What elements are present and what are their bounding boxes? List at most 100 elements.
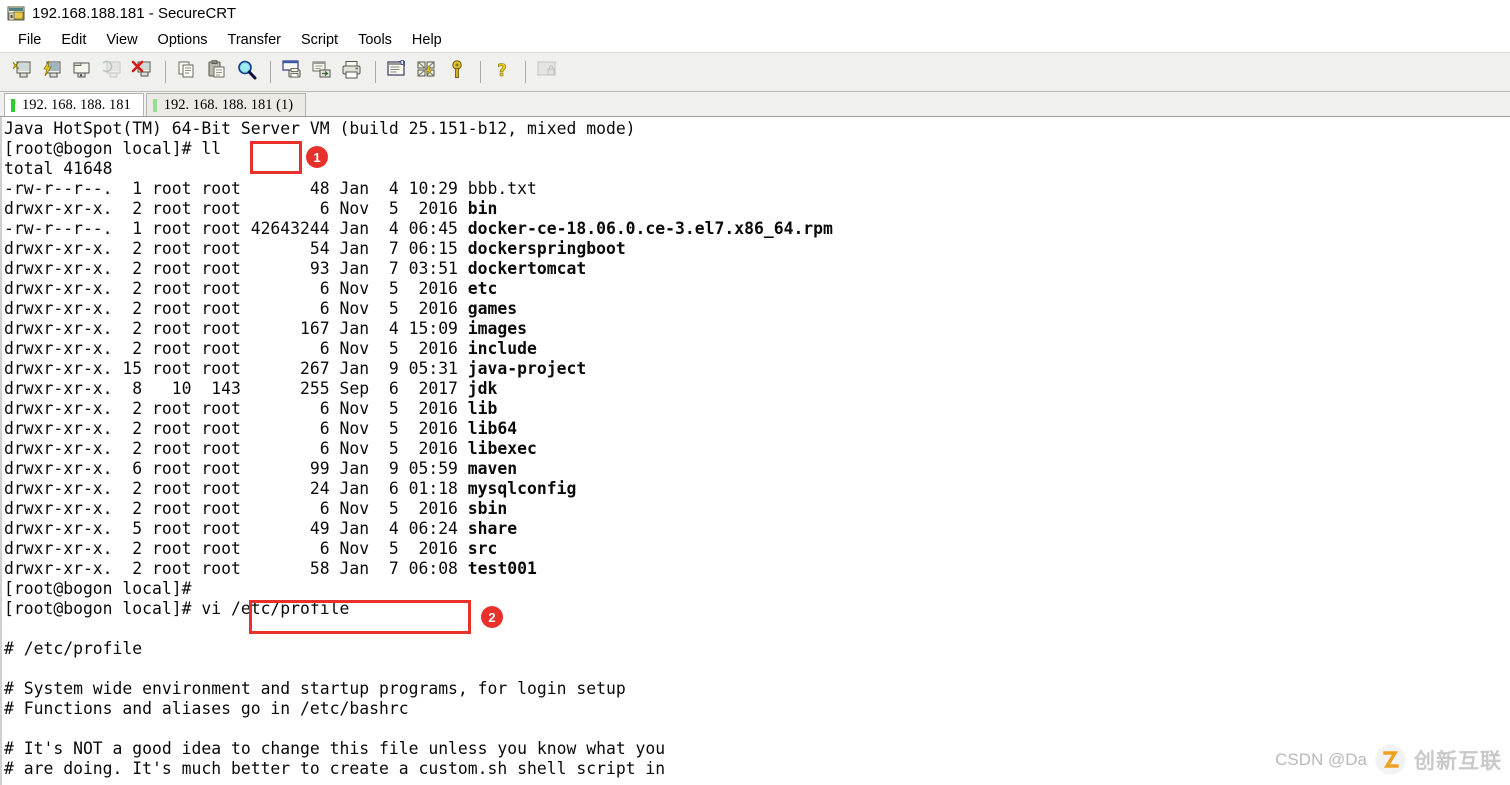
terminal-filename: libexec [467,439,537,458]
terminal-line: drwxr-xr-x. 2 root root 167 Jan 4 15:09 … [4,319,1510,339]
terminal-line: drwxr-xr-x. 2 root root 6 Nov 5 2016 etc [4,279,1510,299]
terminal-text: -rw-r--r--. 1 root root 48 Jan 4 10:29 [4,179,468,198]
terminal-area[interactable]: Java HotSpot(TM) 64-Bit Server VM (build… [0,117,1510,785]
key-icon [446,59,468,86]
toolbar-separator-1 [165,61,166,83]
toolbar-quick-connect[interactable] [38,58,66,86]
terminal-text: drwxr-xr-x. 2 root root 6 Nov 5 2016 [4,419,468,438]
terminal-text: drwxr-xr-x. 8 10 143 255 Sep 6 2017 [4,379,468,398]
terminal-filename: docker-ce-18.06.0.ce-3.el7.x86_64.rpm [467,219,833,238]
toolbar-session-options[interactable] [383,58,411,86]
terminal-line: drwxr-xr-x. 5 root root 49 Jan 4 06:24 s… [4,519,1510,539]
toolbar-separator-5 [525,61,526,83]
toolbar-paste[interactable] [203,58,231,86]
toolbar-separator-3 [375,61,376,83]
terminal-text: drwxr-xr-x. 15 root root 267 Jan 9 05:31 [4,359,468,378]
terminal-filename: jdk [467,379,498,398]
toolbar-help[interactable]: ? [488,58,516,86]
terminal-line: drwxr-xr-x. 2 root root 6 Nov 5 2016 sbi… [4,499,1510,519]
terminal-filename: maven [467,459,518,478]
toolbar-find[interactable] [233,58,261,86]
menu-view[interactable]: View [97,30,148,50]
terminal-line: # /etc/profile [4,639,143,658]
terminal-text: drwxr-xr-x. 2 root root 6 Nov 5 2016 [4,399,468,418]
terminal-line: drwxr-xr-x. 6 root root 99 Jan 9 05:59 m… [4,459,1510,479]
terminal-line: -rw-r--r--. 1 root root 42643244 Jan 4 0… [4,219,1510,239]
terminal-line: drwxr-xr-x. 2 root root 93 Jan 7 03:51 d… [4,259,1510,279]
terminal-line: # System wide environment and startup pr… [4,679,626,698]
securecrt-window: 192.168.188.181 - SecureCRT File Edit Vi… [0,0,1510,785]
terminal-line: drwxr-xr-x. 2 root root 6 Nov 5 2016 src [4,539,1510,559]
terminal-text: drwxr-xr-x. 2 root root 54 Jan 7 06:15 [4,239,468,258]
terminal-line: [root@bogon local]# ll [4,139,222,158]
terminal-filename: include [467,339,537,358]
terminal-text: drwxr-xr-x. 2 root root 6 Nov 5 2016 [4,299,468,318]
toolbar-print[interactable] [338,58,366,86]
toolbar-global-options[interactable] [413,58,441,86]
reconnect-icon [101,59,123,86]
terminal-line: -rw-r--r--. 1 root root 48 Jan 4 10:29 b… [4,179,1510,199]
terminal-line: drwxr-xr-x. 2 root root 24 Jan 6 01:18 m… [4,479,1510,499]
terminal-line: Java HotSpot(TM) 64-Bit Server VM (build… [4,119,636,138]
menu-script[interactable]: Script [292,30,349,50]
tab-session-1[interactable]: 192. 168. 188. 181 [4,93,144,116]
toolbar-disconnect[interactable] [128,58,156,86]
menu-options[interactable]: Options [149,30,219,50]
connection-status-led-icon [152,98,157,112]
toolbar-separator-4 [480,61,481,83]
menu-file[interactable]: File [9,30,52,50]
toolbar-copy[interactable] [173,58,201,86]
terminal-text: drwxr-xr-x. 6 root root 99 Jan 9 05:59 [4,459,468,478]
terminal-text: bbb.txt [467,179,537,198]
menu-transfer[interactable]: Transfer [219,30,292,50]
terminal-text: -rw-r--r--. 1 root root 42643244 Jan 4 0… [4,219,468,238]
terminal-filename: test001 [467,559,537,578]
menu-bar: File Edit View Options Transfer Script T… [0,27,1510,52]
tab-bar: 192. 168. 188. 181 192. 168. 188. 181 (1… [0,92,1510,117]
help-icon: ? [491,59,513,86]
terminal-filename: dockertomcat [467,259,587,278]
toolbar-reconnect[interactable] [98,58,126,86]
terminal-output[interactable]: Java HotSpot(TM) 64-Bit Server VM (build… [0,117,1510,779]
watermark-author: CSDN @Da [1275,749,1367,769]
title-bar: 192.168.188.181 - SecureCRT [0,0,1510,27]
global-options-icon [416,59,438,86]
toolbar: ? [0,52,1510,92]
toolbar-key[interactable] [443,58,471,86]
terminal-filename: share [467,519,518,538]
terminal-filename: mysqlconfig [467,479,577,498]
terminal-text: drwxr-xr-x. 2 root root 6 Nov 5 2016 [4,539,468,558]
tab-session-2[interactable]: 192. 168. 188. 181 (1) [145,93,307,116]
terminal-filename: etc [467,279,498,298]
toolbar-connect-in-tab[interactable] [68,58,96,86]
session-options-icon [386,59,408,86]
terminal-filename: games [467,299,518,318]
toolbar-lock-screen[interactable] [533,58,561,86]
terminal-line: drwxr-xr-x. 2 root root 54 Jan 7 06:15 d… [4,239,1510,259]
window-title: 192.168.188.181 - SecureCRT [32,5,237,22]
menu-edit[interactable]: Edit [52,30,97,50]
terminal-text: drwxr-xr-x. 2 root root 6 Nov 5 2016 [4,499,468,518]
terminal-text: drwxr-xr-x. 2 root root 24 Jan 6 01:18 [4,479,468,498]
menu-help[interactable]: Help [403,30,453,50]
terminal-filename: images [467,319,528,338]
terminal-line: drwxr-xr-x. 2 root root 6 Nov 5 2016 lib… [4,419,1510,439]
terminal-line: total 41648 [4,159,113,178]
toolbar-new-session[interactable] [8,58,36,86]
copy-icon [176,59,198,86]
log-session-icon [311,59,333,86]
securecrt-app-icon [7,5,25,23]
toolbar-print-screen[interactable] [278,58,306,86]
terminal-text: drwxr-xr-x. 2 root root 93 Jan 7 03:51 [4,259,468,278]
toolbar-log-session[interactable] [308,58,336,86]
terminal-line: drwxr-xr-x. 2 root root 58 Jan 7 06:08 t… [4,559,1510,579]
new-session-icon [11,59,33,86]
terminal-text: drwxr-xr-x. 2 root root 6 Nov 5 2016 [4,439,468,458]
terminal-filename: sbin [467,499,508,518]
menu-tools[interactable]: Tools [349,30,403,50]
terminal-text: drwxr-xr-x. 5 root root 49 Jan 4 06:24 [4,519,468,538]
terminal-line: # Functions and aliases go in /etc/bashr… [4,699,409,718]
terminal-filename: lib64 [467,419,518,438]
